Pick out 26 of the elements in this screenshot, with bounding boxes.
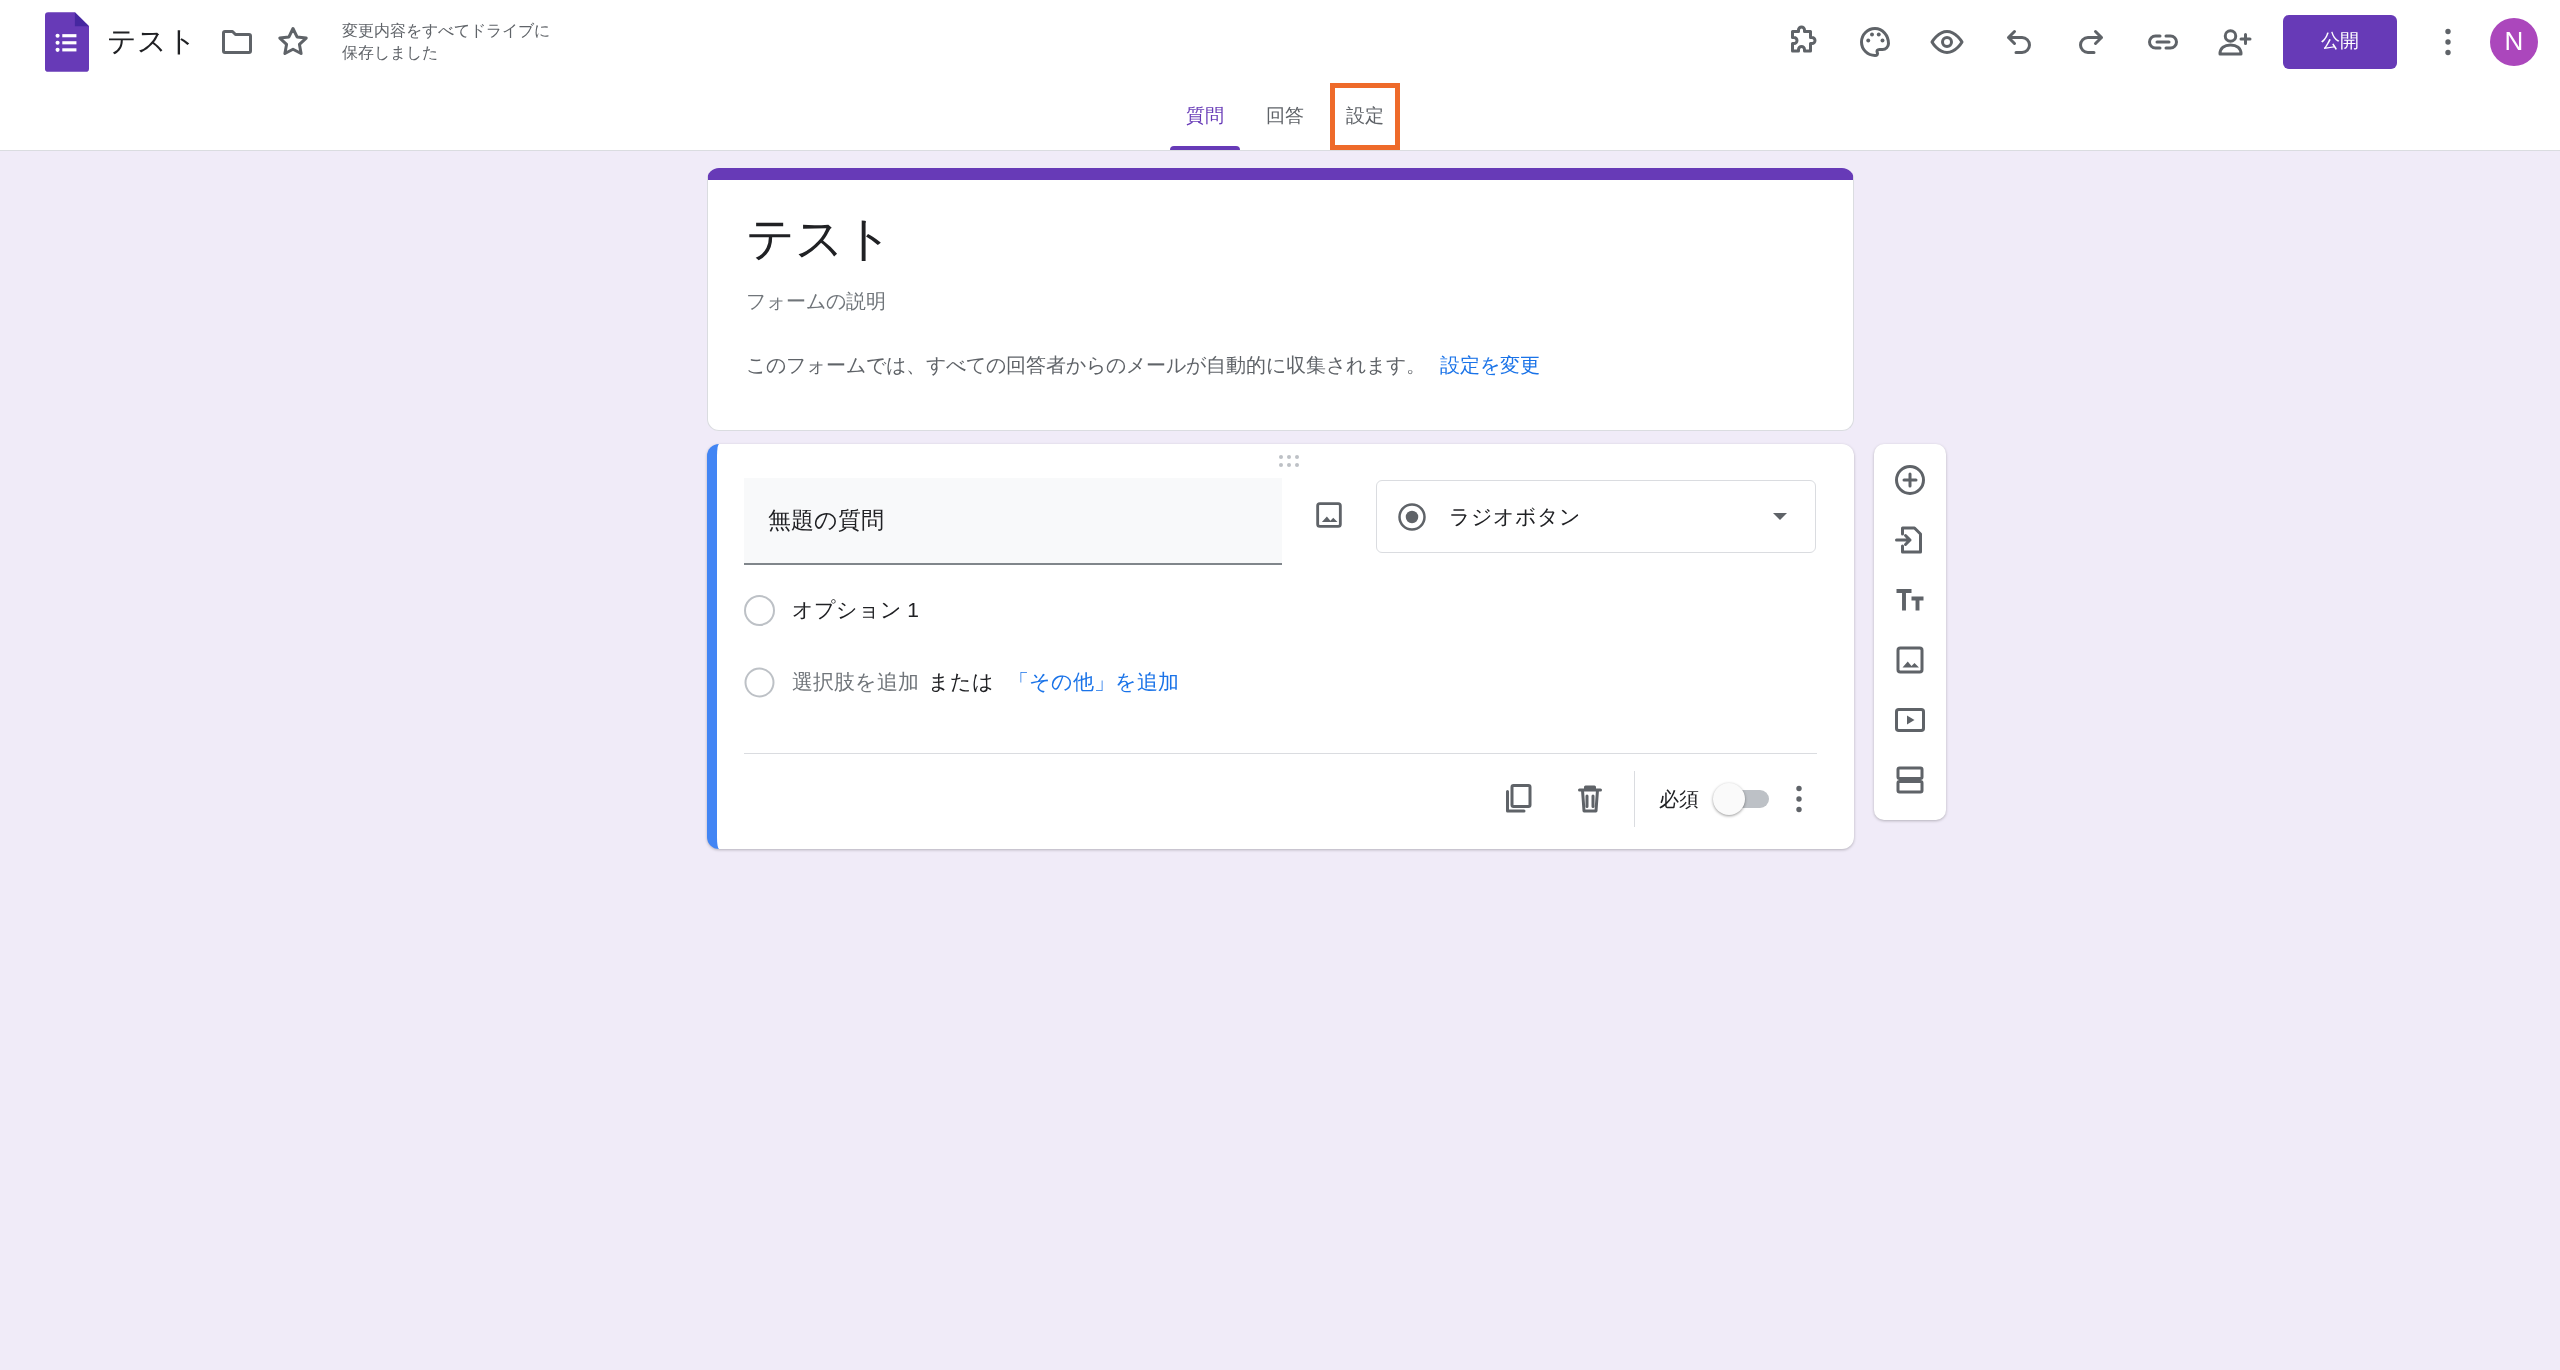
save-status-text: 変更内容をすべてドライブに保存しました bbox=[342, 20, 551, 63]
required-label: 必須 bbox=[1658, 787, 1699, 812]
change-settings-link[interactable]: 設定を変更 bbox=[1439, 350, 1540, 380]
question-title-field[interactable]: 無題の質問 bbox=[743, 478, 1282, 565]
document-title[interactable]: テスト bbox=[107, 19, 197, 64]
user-avatar[interactable]: N bbox=[2490, 17, 2538, 66]
add-option-text[interactable]: 選択肢を追加 bbox=[791, 666, 919, 698]
required-toggle[interactable] bbox=[1712, 782, 1769, 816]
empty-circle-icon bbox=[743, 666, 775, 698]
radio-button[interactable] bbox=[743, 594, 775, 626]
tab-indicator bbox=[1170, 146, 1240, 150]
form-title[interactable]: テスト bbox=[745, 210, 1815, 268]
option-label[interactable]: オプション 1 bbox=[791, 594, 919, 626]
drag-handle-icon[interactable] bbox=[1276, 454, 1301, 468]
form-description-placeholder[interactable]: フォームの説明 bbox=[745, 286, 1815, 316]
or-text: または bbox=[927, 669, 994, 696]
question-type-dropdown[interactable]: ラジオボタン bbox=[1375, 480, 1816, 553]
tab[interactable]: 質問 bbox=[1170, 83, 1240, 150]
forms-logo-icon[interactable] bbox=[45, 11, 89, 72]
radio-selected-icon bbox=[1396, 501, 1427, 532]
email-collection-notice: このフォームでは、すべての回答者からのメールが自動的に収集されます。 bbox=[745, 353, 1426, 378]
publish-button[interactable]: 公開 bbox=[2283, 14, 2397, 69]
dropdown-caret-icon bbox=[1772, 512, 1787, 521]
tab[interactable]: 設定 bbox=[1330, 83, 1400, 150]
tab[interactable]: 回答 bbox=[1250, 83, 1320, 150]
add-other-link[interactable]: 「その他」を追加 bbox=[1007, 666, 1179, 698]
